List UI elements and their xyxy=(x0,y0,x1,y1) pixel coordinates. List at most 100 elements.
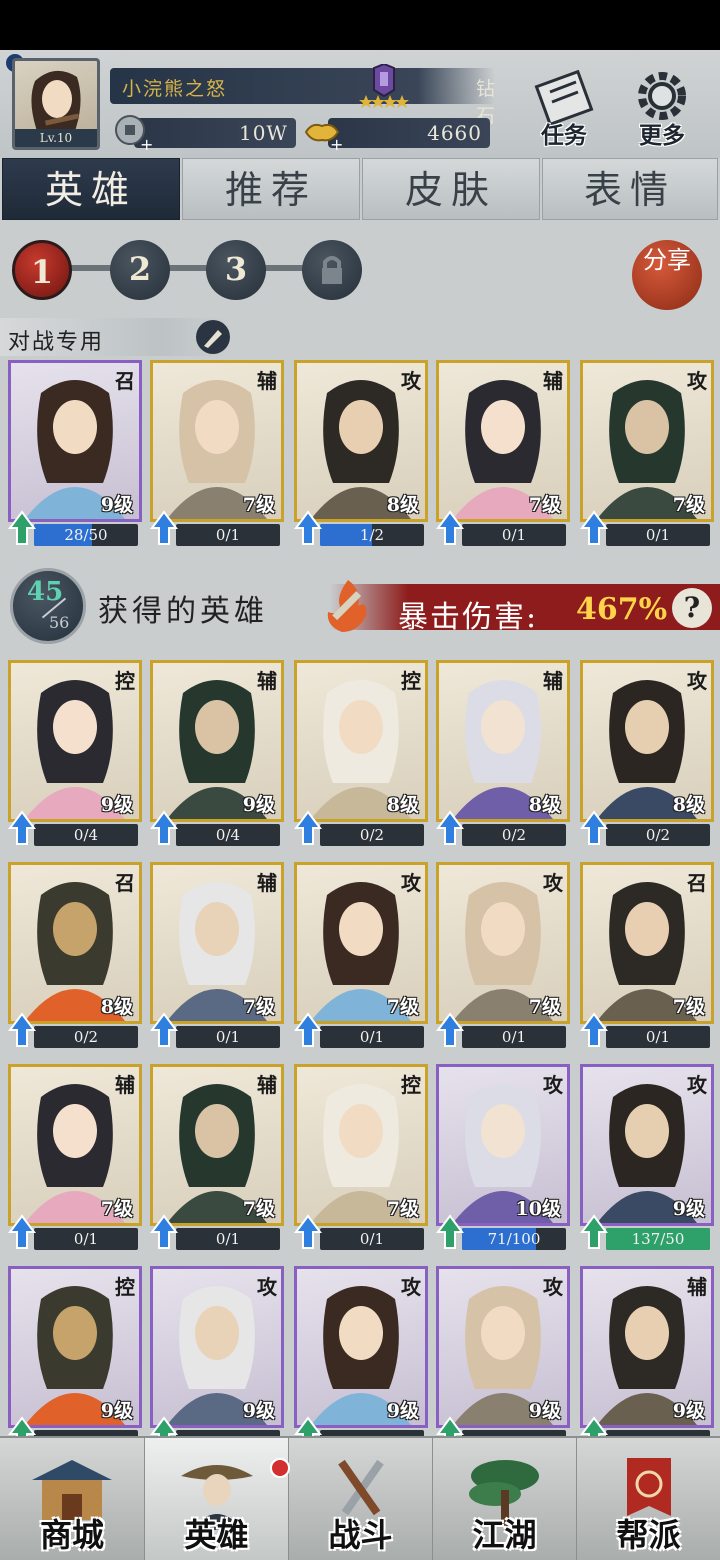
player-name: 小浣熊之怒 xyxy=(122,78,228,100)
upgrade-arrow-icon[interactable] xyxy=(8,1214,36,1250)
hero-level: 7级 xyxy=(386,996,419,1018)
share-button[interactable]: 分享 xyxy=(632,240,702,310)
hero-role: 攻 xyxy=(401,1275,421,1299)
hero-card[interactable]: 召 7级 0/1 xyxy=(580,862,714,1054)
nav-shop[interactable]: 商城 xyxy=(0,1438,144,1560)
player-avatar[interactable]: Lv.10 xyxy=(12,58,100,150)
help-button[interactable]: ? xyxy=(672,588,712,628)
upgrade-arrow-icon[interactable] xyxy=(294,1214,322,1250)
player-level: Lv.10 xyxy=(15,129,97,147)
tab-recommend[interactable]: 推荐 xyxy=(182,158,360,220)
hero-card[interactable]: 辅 9级 0/4 xyxy=(150,660,284,852)
upgrade-arrow-icon[interactable] xyxy=(294,810,322,846)
upgrade-arrow-icon[interactable] xyxy=(580,510,608,546)
hero-role: 召 xyxy=(115,871,135,895)
crit-damage-value: 467% xyxy=(576,592,668,627)
tab-emotes[interactable]: 表情 xyxy=(542,158,718,220)
hero-card[interactable]: 攻 7级 0/1 xyxy=(580,360,714,552)
upgrade-arrow-icon[interactable] xyxy=(8,510,36,546)
team-2-button[interactable]: 2 xyxy=(110,240,170,300)
hero-shard-progress: 0/1 xyxy=(34,1228,138,1250)
edit-brush-icon[interactable] xyxy=(194,318,232,356)
hero-card[interactable]: 辅 7级 0/1 xyxy=(150,862,284,1054)
hero-role: 攻 xyxy=(401,369,421,393)
hero-level: 9级 xyxy=(242,1400,275,1422)
hero-card[interactable]: 召 9级 28/50 xyxy=(8,360,142,552)
hero-card[interactable]: 攻 9级 xyxy=(150,1266,284,1452)
upgrade-arrow-icon[interactable] xyxy=(8,810,36,846)
hero-card[interactable]: 控 8级 0/2 xyxy=(294,660,428,852)
hero-card[interactable]: 辅 7级 0/1 xyxy=(150,1064,284,1256)
hero-role: 攻 xyxy=(401,871,421,895)
upgrade-arrow-icon[interactable] xyxy=(436,1214,464,1250)
crit-damage-label: 暴击伤害: xyxy=(398,600,539,635)
progress-text: 0/1 xyxy=(215,1028,241,1046)
upgrade-arrow-icon[interactable] xyxy=(436,810,464,846)
hero-card[interactable]: 控 7级 0/1 xyxy=(294,1064,428,1256)
upgrade-arrow-icon[interactable] xyxy=(150,1012,178,1048)
silver-coin-icon[interactable]: + xyxy=(112,112,152,152)
hero-level: 8级 xyxy=(100,996,133,1018)
hero-card[interactable]: 召 8级 0/2 xyxy=(8,862,142,1054)
hero-card[interactable]: 攻 9级 xyxy=(294,1266,428,1452)
hero-card-frame: 攻 10级 xyxy=(436,1064,570,1226)
hero-card[interactable]: 控 9级 0/4 xyxy=(8,660,142,852)
team-3-button[interactable]: 3 xyxy=(206,240,266,300)
progress-text: 1/2 xyxy=(359,526,385,544)
hero-card[interactable]: 攻 8级 0/2 xyxy=(580,660,714,852)
nav-battle[interactable]: 战斗 xyxy=(288,1438,432,1560)
hero-card[interactable]: 攻 7级 0/1 xyxy=(436,862,570,1054)
upgrade-arrow-icon[interactable] xyxy=(436,510,464,546)
hero-card-frame: 攻 9级 xyxy=(580,1064,714,1226)
upgrade-arrow-icon[interactable] xyxy=(8,1012,36,1048)
hero-card[interactable]: 攻 9级 137/50 xyxy=(580,1064,714,1256)
tasks-button[interactable]: 任务 xyxy=(524,69,604,150)
hero-card[interactable]: 攻 10级 71/100 xyxy=(436,1064,570,1256)
hero-role: 控 xyxy=(115,1275,135,1299)
hero-level: 9级 xyxy=(242,794,275,816)
hero-shard-progress: 0/2 xyxy=(320,824,424,846)
hero-card[interactable]: 辅 7级 0/1 xyxy=(436,360,570,552)
nav-heroes[interactable]: 英雄 xyxy=(144,1438,288,1560)
hero-card[interactable]: 攻 9级 xyxy=(436,1266,570,1452)
hero-level: 7级 xyxy=(386,1198,419,1220)
hero-shard-progress: 1/2 xyxy=(320,524,424,546)
hero-card-frame: 辅 9级 xyxy=(150,660,284,822)
progress-text: 0/1 xyxy=(501,1028,527,1046)
gold-ingot-icon[interactable]: + xyxy=(302,112,342,152)
upgrade-arrow-icon[interactable] xyxy=(436,1012,464,1048)
more-button[interactable]: 更多 xyxy=(622,70,702,150)
hero-card[interactable]: 辅 7级 0/1 xyxy=(8,1064,142,1256)
hero-card[interactable]: 控 9级 xyxy=(8,1266,142,1452)
nav-guild[interactable]: 帮派 xyxy=(576,1438,720,1560)
upgrade-arrow-icon[interactable] xyxy=(294,1012,322,1048)
hero-shard-progress: 0/1 xyxy=(176,1026,280,1048)
upgrade-arrow-icon[interactable] xyxy=(150,810,178,846)
hero-card[interactable]: 攻 7级 0/1 xyxy=(294,862,428,1054)
hero-card-frame: 攻 7级 xyxy=(294,862,428,1024)
team-selector: 1 2 3 xyxy=(0,228,720,308)
hero-card-frame: 辅 7级 xyxy=(8,1064,142,1226)
upgrade-arrow-icon[interactable] xyxy=(580,810,608,846)
tab-heroes[interactable]: 英雄 xyxy=(2,158,180,220)
hero-card-frame: 控 9级 xyxy=(8,1266,142,1428)
upgrade-arrow-icon[interactable] xyxy=(150,1214,178,1250)
hero-card[interactable]: 攻 8级 1/2 xyxy=(294,360,428,552)
hero-shard-progress: 71/100 xyxy=(462,1228,566,1250)
upgrade-arrow-icon[interactable] xyxy=(580,1012,608,1048)
team-locked-button[interactable] xyxy=(302,240,362,300)
rank-emblem-icon[interactable] xyxy=(356,64,412,108)
upgrade-arrow-icon[interactable] xyxy=(150,510,178,546)
upgrade-arrow-icon[interactable] xyxy=(580,1214,608,1250)
upgrade-arrow-icon[interactable] xyxy=(294,510,322,546)
nav-jianghu[interactable]: 江湖 xyxy=(432,1438,576,1560)
hero-role: 召 xyxy=(687,871,707,895)
hero-shard-progress: 0/2 xyxy=(462,824,566,846)
hero-card[interactable]: 辅 9级 xyxy=(580,1266,714,1452)
hero-card[interactable]: 辅 7级 0/1 xyxy=(150,360,284,552)
hero-card-frame: 攻 9级 xyxy=(436,1266,570,1428)
hero-card-frame: 攻 9级 xyxy=(294,1266,428,1428)
team-1-button[interactable]: 1 xyxy=(12,240,72,300)
tab-skins[interactable]: 皮肤 xyxy=(362,158,540,220)
hero-card[interactable]: 辅 8级 0/2 xyxy=(436,660,570,852)
